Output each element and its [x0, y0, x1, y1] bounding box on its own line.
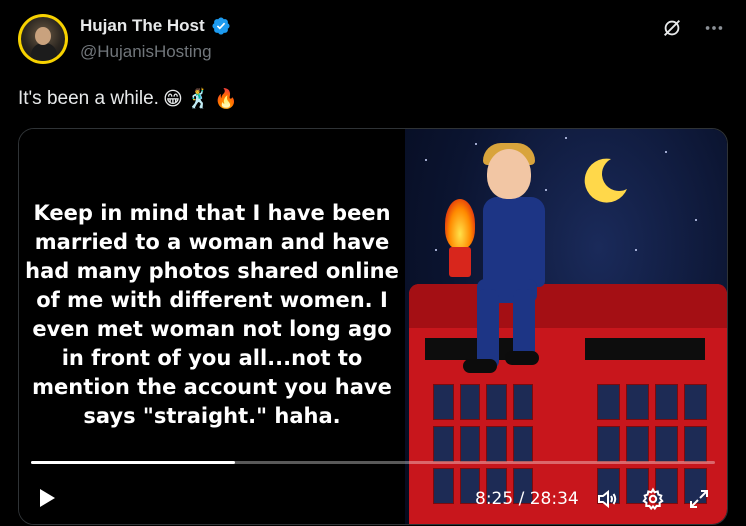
- video-controls: 8:25 / 28:34: [19, 479, 727, 519]
- dancing-man-emoji: 🕺: [186, 89, 211, 110]
- tweet-text: It's been a while. 😁 🕺 🔥: [18, 87, 238, 111]
- avatar[interactable]: [18, 14, 68, 64]
- settings-gear-icon[interactable]: [641, 487, 665, 511]
- crescent-moon-icon: [584, 158, 627, 203]
- play-icon[interactable]: [37, 487, 59, 511]
- avatar-image: [21, 17, 65, 61]
- fullscreen-icon[interactable]: [687, 487, 711, 511]
- video-illustration: [405, 129, 727, 524]
- cup-illustration: [449, 247, 471, 277]
- author-name-row: Hujan The Host: [80, 16, 231, 36]
- video-progress-bar[interactable]: [31, 461, 715, 464]
- video-progress-fill: [31, 461, 235, 464]
- verified-badge-icon: [211, 16, 231, 36]
- cartoon-figure-torso: [483, 197, 545, 287]
- volume-icon[interactable]: [595, 487, 619, 511]
- fire-emoji: 🔥: [214, 89, 239, 110]
- tweet-top-actions: [660, 16, 726, 40]
- flame-illustration: [445, 199, 475, 249]
- more-options-icon[interactable]: [702, 16, 726, 40]
- video-caption-panel: Keep in mind that I have been married to…: [19, 129, 405, 524]
- grok-slash-icon[interactable]: [660, 16, 684, 40]
- author-handle[interactable]: @HujanisHosting: [80, 42, 212, 62]
- video-player[interactable]: Keep in mind that I have been married to…: [18, 128, 728, 525]
- tweet-text-content: It's been a while.: [18, 88, 159, 109]
- video-caption-text: Keep in mind that I have been married to…: [25, 201, 399, 428]
- author-display-name[interactable]: Hujan The Host: [80, 16, 205, 36]
- cartoon-figure-head: [487, 149, 531, 199]
- grinning-face-emoji: 😁: [162, 88, 183, 110]
- video-time: 8:25 / 28:34: [475, 489, 579, 509]
